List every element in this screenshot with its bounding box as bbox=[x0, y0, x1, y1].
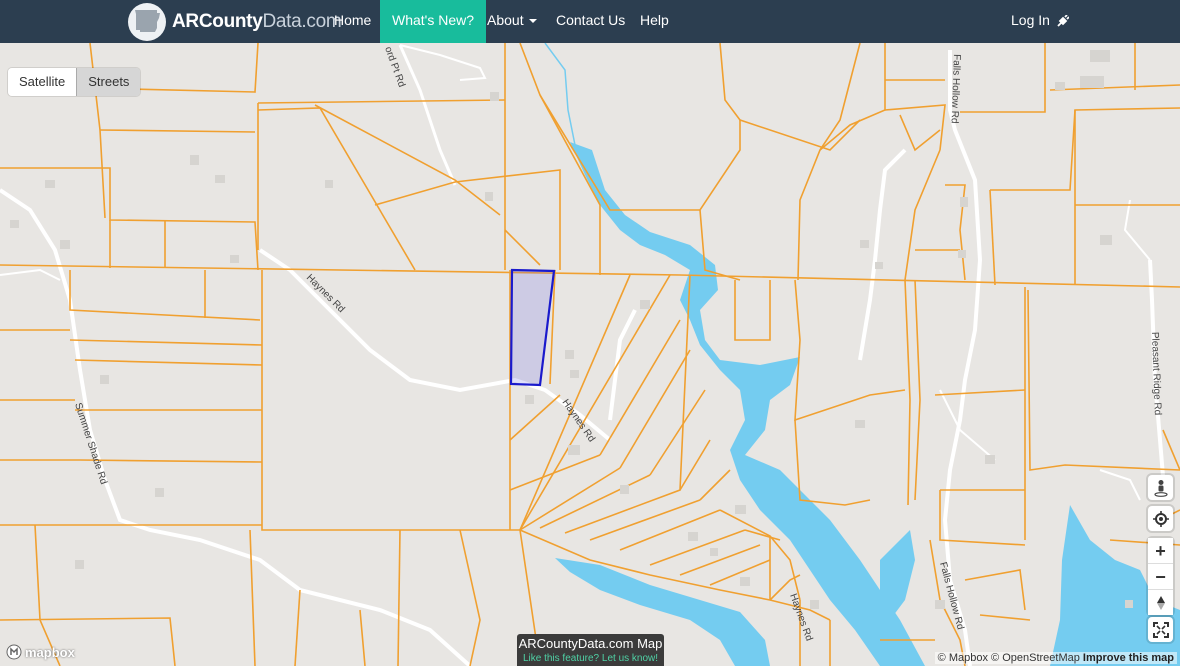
nav-whats-new[interactable]: What's New? bbox=[380, 0, 487, 43]
caption-title: ARCountyData.com Map bbox=[518, 636, 663, 651]
brand-name: ARCountyData.com bbox=[172, 10, 342, 32]
streets-layer-button[interactable]: Streets bbox=[76, 68, 141, 96]
locate-button[interactable] bbox=[1148, 506, 1173, 531]
street-view-button[interactable] bbox=[1148, 475, 1173, 500]
mapbox-attribution-link[interactable]: © Mapbox bbox=[938, 652, 988, 664]
map-attribution: © Mapbox © OpenStreetMap Improve this ma… bbox=[934, 652, 1177, 664]
mapbox-logo-text: mapbox bbox=[25, 644, 75, 660]
plug-icon bbox=[1057, 14, 1070, 27]
zoom-in-icon: + bbox=[1155, 540, 1166, 561]
nav-about-dropdown[interactable]: About bbox=[475, 0, 549, 43]
nav-about-label: About bbox=[487, 12, 524, 28]
login-label: Log In bbox=[1011, 12, 1050, 28]
crosshair-icon bbox=[1152, 510, 1169, 527]
improve-map-link[interactable]: Improve this map bbox=[1083, 652, 1174, 664]
parcel-map[interactable]: Haynes Rd Haynes Rd Haynes Rd Summer Sha… bbox=[0, 43, 1180, 666]
feedback-link[interactable]: Like this feature? Let us know! bbox=[517, 653, 664, 665]
zoom-out-icon: − bbox=[1155, 566, 1166, 587]
nav-contact[interactable]: Contact Us bbox=[544, 0, 637, 43]
zoom-in-button[interactable]: + bbox=[1148, 538, 1173, 564]
fullscreen-button[interactable] bbox=[1148, 617, 1173, 642]
pegman-icon bbox=[1153, 479, 1168, 497]
map-caption: ARCountyData.com Map Like this feature? … bbox=[517, 634, 664, 666]
zoom-out-button[interactable]: − bbox=[1148, 564, 1173, 590]
osm-attribution-link[interactable]: © OpenStreetMap bbox=[991, 652, 1080, 664]
compass-icon bbox=[1156, 595, 1165, 610]
satellite-layer-button[interactable]: Satellite bbox=[8, 68, 77, 96]
top-navbar: ARCountyData.com Home What's New? About … bbox=[0, 0, 1180, 43]
arkansas-logo-icon bbox=[128, 2, 166, 41]
zoom-control-group: + − bbox=[1148, 538, 1173, 615]
fullscreen-icon bbox=[1152, 621, 1169, 638]
nav-login[interactable]: Log In bbox=[999, 0, 1081, 43]
nav-help[interactable]: Help bbox=[628, 0, 681, 43]
brand-link[interactable]: ARCountyData.com bbox=[128, 0, 342, 43]
caret-down-icon bbox=[528, 19, 537, 24]
nav-home[interactable]: Home bbox=[322, 0, 383, 43]
mapbox-logo[interactable]: mapbox bbox=[6, 644, 75, 660]
layer-toggle: Satellite Streets bbox=[8, 68, 141, 96]
mapbox-logo-icon bbox=[6, 644, 22, 660]
compass-button[interactable] bbox=[1148, 590, 1173, 615]
